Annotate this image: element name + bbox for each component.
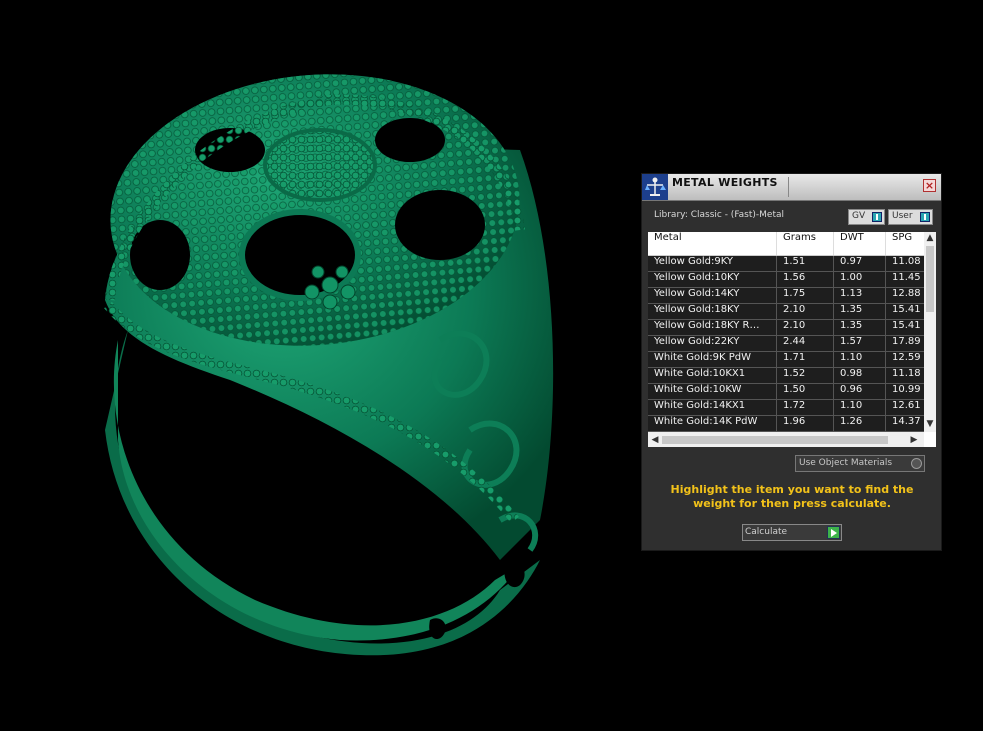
cell-metal: White Gold:10KW	[648, 384, 777, 400]
column-header-metal[interactable]: Metal	[648, 232, 777, 255]
close-icon[interactable]: ×	[923, 179, 936, 192]
cell-spg: 15.41	[886, 320, 926, 336]
cell-grams: 1.52	[777, 368, 834, 384]
cell-metal: Yellow Gold:18KY R…	[648, 320, 777, 336]
gv-toggle[interactable]: GV	[848, 209, 885, 225]
table-row[interactable]: White Gold:10KW 1.50 0.96 10.99	[648, 384, 926, 400]
cell-metal: Yellow Gold:22KY	[648, 336, 777, 352]
metal-table: Metal Grams DWT SPG Yellow Gold:9KY 1.51…	[648, 232, 936, 447]
scroll-down-icon[interactable]: ▼	[924, 418, 936, 430]
cell-spg: 17.89	[886, 336, 926, 352]
cell-grams: 2.44	[777, 336, 834, 352]
horizontal-scroll-thumb[interactable]	[662, 436, 888, 444]
cell-spg: 12.88	[886, 288, 926, 304]
calculate-label: Calculate	[745, 527, 788, 537]
table-row[interactable]: White Gold:14K PdW 1.96 1.26 14.37	[648, 416, 926, 432]
toggle-knob-icon	[911, 458, 922, 469]
scale-icon	[642, 174, 668, 200]
scroll-up-icon[interactable]: ▲	[924, 232, 936, 244]
column-header-grams[interactable]: Grams	[777, 232, 834, 255]
cell-grams: 1.72	[777, 400, 834, 416]
cell-spg: 11.18	[886, 368, 926, 384]
cell-dwt: 1.35	[834, 304, 886, 320]
scroll-left-icon[interactable]: ◀	[649, 434, 661, 446]
scroll-right-icon[interactable]: ▶	[908, 434, 920, 446]
play-icon	[827, 526, 840, 539]
metal-weights-panel: METAL WEIGHTS × Library: Classic - (Fast…	[641, 173, 942, 551]
cell-metal: Yellow Gold:10KY	[648, 272, 777, 288]
cell-dwt: 0.96	[834, 384, 886, 400]
table-row[interactable]: Yellow Gold:22KY 2.44 1.57 17.89	[648, 336, 926, 352]
panel-title: METAL WEIGHTS	[672, 176, 778, 189]
horizontal-scrollbar[interactable]: ◀ ▶	[648, 432, 924, 447]
cell-grams: 1.96	[777, 416, 834, 432]
cell-metal: White Gold:9K PdW	[648, 352, 777, 368]
cell-dwt: 1.26	[834, 416, 886, 432]
cell-grams: 1.71	[777, 352, 834, 368]
cell-dwt: 1.57	[834, 336, 886, 352]
cell-dwt: 1.13	[834, 288, 886, 304]
use-object-materials-label: Use Object Materials	[799, 458, 893, 468]
table-row[interactable]: Yellow Gold:14KY 1.75 1.13 12.88	[648, 288, 926, 304]
cell-grams: 1.51	[777, 256, 834, 272]
cell-spg: 11.08	[886, 256, 926, 272]
column-header-dwt[interactable]: DWT	[834, 232, 886, 255]
cell-dwt: 0.97	[834, 256, 886, 272]
cell-grams: 1.50	[777, 384, 834, 400]
cell-spg: 14.37	[886, 416, 926, 432]
cell-spg: 15.41	[886, 304, 926, 320]
user-knob-icon	[920, 212, 930, 222]
gv-knob-icon	[872, 212, 882, 222]
cell-spg: 11.45	[886, 272, 926, 288]
table-row[interactable]: White Gold:9K PdW 1.71 1.10 12.59	[648, 352, 926, 368]
table-row[interactable]: White Gold:10KX1 1.52 0.98 11.18	[648, 368, 926, 384]
cell-dwt: 1.10	[834, 352, 886, 368]
cell-dwt: 1.10	[834, 400, 886, 416]
cell-grams: 2.10	[777, 304, 834, 320]
cell-metal: White Gold:14KX1	[648, 400, 777, 416]
table-row[interactable]: Yellow Gold:9KY 1.51 0.97 11.08	[648, 256, 926, 272]
column-header-spg[interactable]: SPG	[886, 232, 926, 255]
titlebar-divider	[788, 177, 789, 197]
table-row[interactable]: Yellow Gold:10KY 1.56 1.00 11.45	[648, 272, 926, 288]
cell-grams: 1.75	[777, 288, 834, 304]
cell-metal: Yellow Gold:18KY	[648, 304, 777, 320]
cell-metal: Yellow Gold:14KY	[648, 288, 777, 304]
user-toggle[interactable]: User	[888, 209, 933, 225]
panel-titlebar[interactable]: METAL WEIGHTS ×	[642, 174, 941, 201]
instruction-text: Highlight the item you want to find the …	[670, 483, 914, 510]
cell-metal: White Gold:10KX1	[648, 368, 777, 384]
cell-grams: 1.56	[777, 272, 834, 288]
table-row[interactable]: White Gold:14KX1 1.72 1.10 12.61	[648, 400, 926, 416]
cell-spg: 12.61	[886, 400, 926, 416]
gv-label: GV	[852, 211, 866, 221]
ring-model	[104, 74, 554, 656]
cell-dwt: 1.00	[834, 272, 886, 288]
table-row[interactable]: Yellow Gold:18KY 2.10 1.35 15.41	[648, 304, 926, 320]
cell-spg: 12.59	[886, 352, 926, 368]
table-row[interactable]: Yellow Gold:18KY R… 2.10 1.35 15.41	[648, 320, 926, 336]
table-header: Metal Grams DWT SPG	[648, 232, 926, 256]
library-label: Library: Classic - (Fast)-Metal	[654, 210, 785, 220]
vertical-scrollbar[interactable]: ▲ ▼	[924, 232, 936, 432]
cell-grams: 2.10	[777, 320, 834, 336]
cell-spg: 10.99	[886, 384, 926, 400]
cell-dwt: 0.98	[834, 368, 886, 384]
use-object-materials-toggle[interactable]: Use Object Materials	[795, 455, 925, 472]
cell-dwt: 1.35	[834, 320, 886, 336]
vertical-scroll-thumb[interactable]	[926, 246, 934, 312]
calculate-button[interactable]: Calculate	[742, 524, 842, 541]
cell-metal: Yellow Gold:9KY	[648, 256, 777, 272]
cell-metal: White Gold:14K PdW	[648, 416, 777, 432]
user-label: User	[892, 211, 913, 221]
